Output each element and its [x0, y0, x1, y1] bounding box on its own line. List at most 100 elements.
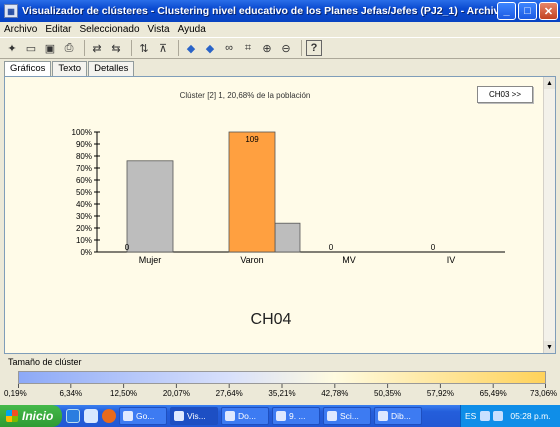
y-tick-label: 10%: [76, 236, 92, 245]
y-tick-label: 50%: [76, 188, 92, 197]
save-icon[interactable]: ▣: [42, 40, 58, 56]
clock: 05:28 p.m.: [510, 411, 551, 421]
taskbar: Inicio Go... Vis... Do... 9. ... Sci... …: [0, 405, 560, 427]
reference-bar: [274, 222, 301, 253]
tab-strip: Gráficos Texto Detalles: [4, 61, 135, 76]
x-tick-label: MV: [342, 255, 356, 265]
task-document[interactable]: Do...: [221, 407, 269, 425]
filter-icon[interactable]: ⊼: [155, 40, 171, 56]
arrow-right-icon[interactable]: ◆: [202, 40, 218, 56]
bar-data-label: 109: [245, 135, 259, 144]
size-tick-label: 65,49%: [479, 389, 507, 398]
ie-icon[interactable]: [66, 409, 80, 423]
word-icon: [225, 411, 235, 421]
toolbar-divider: [178, 40, 179, 56]
toolbar-divider: [131, 40, 132, 56]
size-tick-label: 35,21%: [268, 389, 296, 398]
cluster-size-tick-labels: 0,19% 6,34% 12,50% 20,07% 27,64% 35,21% 42,78%…: [0, 389, 560, 399]
close-button[interactable]: ✕: [539, 2, 558, 20]
windows-logo-icon: [6, 410, 18, 422]
scroll-up-icon[interactable]: ▲: [544, 77, 555, 89]
tab-texto[interactable]: Texto: [52, 61, 88, 76]
app-icon: ▦: [4, 4, 18, 18]
vertical-scrollbar[interactable]: ▲ ▼: [543, 77, 555, 353]
menu-bar: Archivo Editar Seleccionado Vista Ayuda: [0, 22, 560, 36]
maximize-button[interactable]: □: [518, 2, 537, 20]
language-indicator[interactable]: ES: [465, 411, 476, 421]
zoom-out-icon[interactable]: ⊖: [278, 40, 294, 56]
cluster-bar: [228, 131, 276, 253]
minimize-button[interactable]: _: [497, 2, 516, 20]
app-window-icon: [174, 411, 184, 421]
size-tick-label: 50,35%: [374, 389, 402, 398]
cluster-size-ticks: [18, 384, 546, 388]
binoculars-icon[interactable]: ∞: [221, 40, 237, 56]
size-tick-label: 6,34%: [59, 389, 83, 398]
y-tick-label: 100%: [72, 128, 92, 137]
toolbar-divider: [301, 40, 302, 56]
y-tick-label: 30%: [76, 212, 92, 221]
y-tick-label: 90%: [76, 140, 92, 149]
size-tick-label: 42,78%: [321, 389, 349, 398]
menu-ayuda[interactable]: Ayuda: [178, 24, 206, 35]
volume-icon[interactable]: [493, 411, 504, 421]
bar-data-label: 0: [431, 243, 436, 252]
sort-icon[interactable]: ⇅: [136, 40, 152, 56]
network-icon[interactable]: [480, 411, 491, 421]
size-tick-label: 57,92%: [426, 389, 454, 398]
refresh-icon[interactable]: ⇄: [89, 40, 105, 56]
toolbar-divider: [84, 40, 85, 56]
task-visualizador[interactable]: Vis...: [170, 407, 218, 425]
folder-icon: [276, 411, 286, 421]
arrow-left-icon[interactable]: ◆: [183, 40, 199, 56]
y-tick-label: 80%: [76, 152, 92, 161]
tab-graficos[interactable]: Gráficos: [4, 61, 52, 76]
bar-chart: 0% 10% 20% 30% 40% 50% 60% 70% 80% 90% 100% 0 Mujer 1…: [72, 128, 505, 265]
title-bar: ▦ Visualizador de clústeres - Clustering…: [0, 0, 560, 22]
cluster-size-label: Tamaño de clúster: [8, 357, 82, 367]
task-dib[interactable]: Dib...: [374, 407, 422, 425]
x-tick-label: IV: [447, 255, 456, 265]
x-tick-label: Varon: [240, 255, 263, 265]
y-tick-label: 40%: [76, 200, 92, 209]
menu-vista[interactable]: Vista: [148, 24, 170, 35]
redo-icon[interactable]: ⇆: [108, 40, 124, 56]
help-icon[interactable]: ?: [306, 40, 322, 56]
firefox-icon[interactable]: [102, 409, 116, 423]
chrome-icon: [123, 411, 133, 421]
cluster-size-gradient: [18, 371, 546, 384]
menu-seleccionado[interactable]: Seleccionado: [79, 24, 139, 35]
toolbar: ✦ ▭ ▣ ⎙ ⇄ ⇆ ⇅ ⊼ ◆ ◆ ∞ ⌗ ⊕ ⊖ ?: [0, 37, 560, 59]
chart-icon[interactable]: ⌗: [240, 40, 256, 56]
task-chrome[interactable]: Go...: [119, 407, 167, 425]
chart-panel: Clúster [2] 1, 20,68% de la población CH…: [4, 76, 556, 354]
desktop-icon[interactable]: [84, 409, 98, 423]
system-tray: ES 05:28 p.m.: [460, 405, 560, 427]
menu-editar[interactable]: Editar: [45, 24, 71, 35]
tab-detalles[interactable]: Detalles: [88, 61, 135, 76]
window-title: Visualizador de clústeres - Clustering n…: [22, 5, 497, 17]
size-tick-label: 20,07%: [162, 389, 190, 398]
task-9[interactable]: 9. ...: [272, 407, 320, 425]
size-tick-label: 73,06%: [530, 389, 558, 398]
new-icon[interactable]: ✦: [4, 40, 20, 56]
zoom-in-icon[interactable]: ⊕: [259, 40, 275, 56]
bar-data-label: 0: [125, 243, 130, 252]
characteristic-label: CH04: [250, 311, 292, 328]
print-icon[interactable]: ⎙: [61, 40, 77, 56]
y-tick-label: 60%: [76, 176, 92, 185]
y-tick-label: 70%: [76, 164, 92, 173]
size-tick-label: 12,50%: [110, 389, 138, 398]
start-label: Inicio: [22, 409, 54, 423]
paint-icon: [378, 411, 388, 421]
scientific-icon: [327, 411, 337, 421]
bar-data-label: 0: [329, 243, 334, 252]
start-button[interactable]: Inicio: [0, 405, 62, 427]
task-sci[interactable]: Sci...: [323, 407, 371, 425]
size-tick-label: 0,19%: [4, 389, 27, 398]
open-icon[interactable]: ▭: [23, 40, 39, 56]
y-tick-label: 0%: [80, 248, 92, 257]
x-tick-label: Mujer: [139, 255, 162, 265]
scroll-down-icon[interactable]: ▼: [544, 341, 555, 353]
menu-archivo[interactable]: Archivo: [4, 24, 37, 35]
